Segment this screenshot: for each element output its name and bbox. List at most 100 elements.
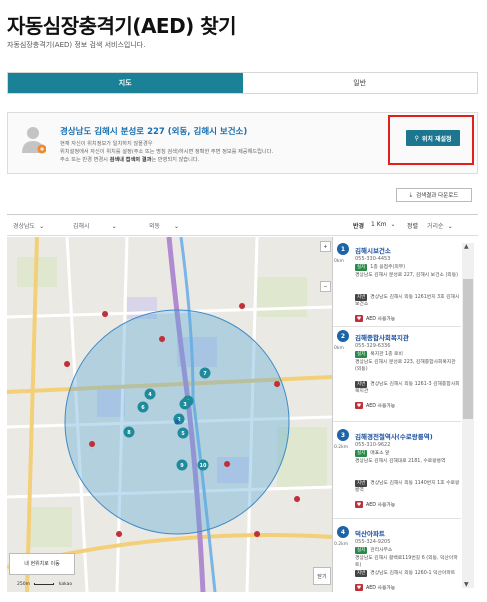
sort-label: 정렬 (407, 223, 419, 230)
heart-icon: ♥ (355, 501, 363, 508)
dong-select[interactable]: 외동 ⌄ (149, 221, 179, 230)
map-scale: 250m kakao (17, 582, 72, 587)
page-title: 자동심장충격기(AED) 찾기 (7, 14, 237, 38)
dong-value: 외동 (149, 223, 161, 230)
location-tag: 실지 (355, 351, 368, 358)
chevron-down-icon: ⌄ (390, 221, 396, 228)
location-text: 1층 응접주(외부) (370, 265, 406, 270)
result-road-address: 경상남도 김해시 분성로 223, 김해종합사회복지관 (외동) (355, 360, 456, 372)
user-location-icon (22, 127, 46, 154)
heart-icon: ♥ (355, 584, 363, 591)
map-pin-9[interactable]: 9 (176, 459, 188, 471)
pin-label: 7 (203, 371, 207, 377)
reset-location-label: 위치 재설정 (421, 135, 452, 143)
current-location-button[interactable]: 내 현위치로 이동 (9, 553, 75, 575)
pin-label: 3 (183, 402, 187, 408)
map-view[interactable]: 1 2 3 4 5 6 7 8 9 10 + − 내 현위치로 이동 닫기 25… (7, 237, 333, 592)
result-name[interactable]: 김해종합사회복지관 (355, 332, 409, 342)
result-phone: 055-330-4453 (355, 256, 391, 262)
results-scrollbar[interactable]: ▲ ▼ (462, 243, 474, 588)
map-pin-7[interactable]: 7 (199, 367, 211, 379)
radius-value: 1 Km (371, 221, 387, 228)
current-location-marker (174, 419, 180, 425)
result-number: 4 (337, 526, 349, 538)
jibun-text: 경상남도 김해시 외동 1140번지 1호 수로왕릉역 (355, 481, 460, 493)
location-text: 복지관 1층 로비 (370, 352, 403, 357)
result-distance: 0km (334, 346, 344, 351)
chevron-down-icon: ⌄ (174, 223, 180, 230)
pin-label: 9 (180, 463, 184, 469)
aed-status-label: AED 사용가능 (366, 404, 396, 409)
result-jibun-address: 지번 경상남도 김해시 외동 1261번지 3호 김해시 보건소 (355, 294, 461, 308)
aed-status: ♥ AED 사용가능 (355, 501, 395, 508)
download-label: 검색결과 다운로드 (416, 193, 459, 199)
province-value: 경상남도 (13, 223, 36, 230)
map-pin-6[interactable]: 6 (137, 401, 149, 413)
map-pin-3[interactable]: 3 (179, 398, 191, 410)
result-name[interactable]: 김해경전철역사(수로왕릉역) (355, 431, 433, 441)
tab-map[interactable]: 지도 (8, 73, 243, 93)
aed-finder-page: 자동심장충격기(AED) 찾기 자동심장충격기(AED) 정보 검색 서비스입니… (0, 0, 487, 602)
result-phone: 055-324-9205 (355, 539, 391, 545)
desc-line: 현재 자신이 위치정보가 일치하지 않을경우 (60, 141, 153, 147)
map-pin-4[interactable]: 4 (144, 388, 156, 400)
map-brand: kakao (58, 582, 73, 587)
chevron-down-icon: ⌄ (111, 223, 117, 230)
desc-text: 는 반영되지 않습니다. (151, 157, 200, 163)
map-pin-8[interactable]: 8 (123, 426, 135, 438)
zoom-in-button[interactable]: + (320, 241, 331, 252)
scrollbar-thumb[interactable] (463, 279, 473, 419)
divider (333, 326, 461, 327)
reset-location-button[interactable]: ⚲ 위치 재설정 (406, 130, 460, 146)
heart-icon: ♥ (355, 315, 363, 322)
location-text: 관리사무소 (370, 548, 393, 553)
jibun-tag: 지번 (355, 480, 368, 487)
view-tabs: 지도 일반 (7, 72, 478, 94)
download-results-button[interactable]: ⤓ 검색결과 다운로드 (396, 188, 472, 202)
result-phone: 055-329-6336 (355, 343, 391, 349)
aed-status: ♥ AED 사용가능 (355, 315, 395, 322)
result-phone: 055-310-9622 (355, 442, 391, 448)
aed-status: ♥ AED 사용가능 (355, 402, 395, 409)
result-number: 2 (337, 330, 349, 342)
pin-label: 5 (181, 431, 185, 437)
location-description: 현재 자신이 위치정보가 일치하지 않을경우 위치설정에서 자신이 위치를 설정… (60, 140, 340, 164)
result-distance: 0km (334, 259, 344, 264)
map-canvas[interactable]: 1 2 3 4 5 6 7 8 9 10 (7, 237, 333, 592)
divider (333, 421, 461, 422)
result-number: 1 (337, 243, 349, 255)
sort-select[interactable]: 거리순 ⌄ (427, 221, 453, 230)
result-location: 실지 복지관 1층 로비 (355, 351, 461, 358)
result-location: 실지 관리사무소 (355, 547, 461, 554)
result-jibun-address: 지번 경상남도 김해시 외동 1140번지 1호 수로왕릉역 (355, 480, 461, 494)
jibun-tag: 지번 (355, 570, 368, 577)
result-road-address: 경상남도 김해시 김해대로 2181, 수로왕릉역 (355, 459, 446, 464)
close-map-button[interactable]: 닫기 (313, 567, 331, 585)
location-text: 매표소 앞 (370, 451, 390, 456)
location-pin-icon: ⚲ (414, 134, 419, 142)
chevron-down-icon: ⌄ (39, 223, 45, 230)
city-select[interactable]: 김해시 ⌄ (73, 221, 117, 230)
zoom-out-button[interactable]: − (320, 281, 331, 292)
location-tag: 실지 (355, 547, 368, 554)
jibun-text: 경상남도 김해시 외동 1261번지 3호 김해시 보건소 (355, 295, 460, 307)
city-value: 김해시 (73, 223, 90, 230)
pin-label: 6 (141, 405, 145, 411)
current-address: 경상남도 김해시 분성로 227 (외동, 김해시 보건소) (60, 127, 248, 137)
radius-select[interactable]: 1 Km ⌄ (371, 221, 396, 228)
tab-list[interactable]: 일반 (242, 73, 477, 93)
chevron-down-icon[interactable]: ▼ (464, 581, 469, 588)
province-select[interactable]: 경상남도 ⌄ (13, 221, 44, 230)
chevron-up-icon[interactable]: ▲ (464, 243, 469, 250)
pin-label: 4 (148, 392, 152, 398)
results-list[interactable]: 1 0km 김해시보건소 055-330-4453 실지 1층 응접주(외부) 경… (333, 237, 479, 592)
desc-text: 주소 또는 반경 변경시 (60, 157, 108, 163)
aed-status-label: AED 사용가능 (366, 503, 396, 508)
map-pin-10[interactable]: 10 (197, 459, 209, 471)
result-name[interactable]: 덕산아파트 (355, 528, 385, 538)
result-name[interactable]: 김해시보건소 (355, 245, 391, 255)
download-icon: ⤓ (409, 191, 413, 198)
map-pin-5[interactable]: 5 (177, 427, 189, 439)
pin-label: 10 (200, 463, 207, 469)
radius-label: 반경 (353, 223, 365, 230)
